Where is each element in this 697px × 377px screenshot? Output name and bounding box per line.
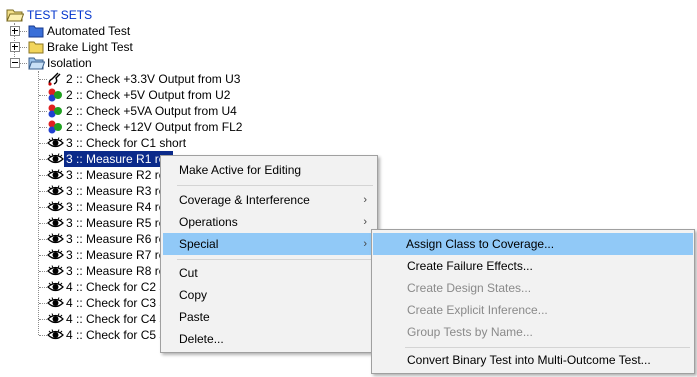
menu-item-label: Operations — [179, 215, 238, 229]
menu-item-coverage-interference[interactable]: Coverage & Interference › — [163, 189, 375, 211]
eye-icon — [47, 201, 64, 212]
menu-item-paste[interactable]: Paste — [163, 306, 375, 328]
test-label: 2 :: Check +5VA Output from U4 — [66, 104, 237, 118]
submenu-item-create-failure-effects[interactable]: Create Failure Effects... — [374, 255, 692, 277]
menu-item-label: Delete... — [179, 332, 224, 346]
menu-item-label: Create Design States... — [407, 281, 532, 295]
eye-icon — [47, 137, 64, 148]
menu-separator — [177, 185, 373, 186]
test-label: 3 :: Measure R4 res — [66, 200, 172, 214]
folder-label: Isolation — [47, 56, 92, 70]
menu-item-label: Make Active for Editing — [179, 163, 302, 177]
tree-test-item[interactable]: 2 :: Check +12V Output from FL2 — [47, 119, 267, 135]
submenu-item-create-explicit-inference[interactable]: Create Explicit Inference... — [374, 299, 692, 321]
menu-separator — [405, 347, 690, 348]
test-label: 2 :: Check +5V Output from U2 — [66, 88, 231, 102]
menu-separator — [177, 259, 373, 260]
folder-label: Automated Test — [47, 24, 131, 38]
test-label: 4 :: Check for C2 sh — [66, 280, 173, 294]
probe-icon — [48, 72, 61, 86]
menu-item-cut[interactable]: Cut — [163, 262, 375, 284]
menu-item-special[interactable]: Special › — [163, 233, 375, 255]
blue-folder-icon — [28, 25, 44, 38]
test-label: 3 :: Measure R2 res — [66, 168, 172, 182]
test-label: 3 :: Measure R3 res — [66, 184, 172, 198]
menu-item-label: Cut — [179, 266, 198, 280]
eye-icon — [47, 265, 64, 276]
collapse-minus-icon[interactable] — [10, 58, 20, 68]
test-label: 3 :: Measure R1 res — [64, 151, 174, 167]
test-label: 3 :: Measure R6 res — [66, 232, 172, 246]
menu-item-label: Create Explicit Inference... — [407, 303, 548, 317]
eye-icon — [47, 281, 64, 292]
rgb-circles-icon — [48, 104, 62, 118]
submenu-item-group-tests[interactable]: Group Tests by Name... — [374, 321, 692, 343]
submenu-arrow-icon: › — [363, 238, 367, 250]
test-label: 3 :: Check for C1 short — [66, 136, 187, 150]
menu-item-label: Convert Binary Test into Multi-Outcome T… — [407, 353, 651, 367]
submenu-arrow-icon: › — [363, 216, 367, 228]
eye-icon — [47, 153, 64, 164]
menu-item-operations[interactable]: Operations › — [163, 211, 375, 233]
tree-root-label: TEST SETS — [27, 8, 93, 22]
tree-folder-automated-test[interactable]: Automated Test — [10, 23, 210, 39]
test-label: 2 :: Check +12V Output from FL2 — [66, 120, 243, 134]
expand-plus-icon[interactable] — [10, 42, 20, 52]
menu-item-copy[interactable]: Copy — [163, 284, 375, 306]
tree-root[interactable]: TEST SETS — [6, 7, 206, 23]
eye-icon — [47, 169, 64, 180]
open-folder-icon — [28, 57, 45, 70]
rgb-circles-icon — [48, 88, 62, 102]
tree-test-item[interactable]: 3 :: Check for C1 short — [47, 135, 267, 151]
tree-test-item[interactable]: 2 :: Check +3.3V Output from U3 — [47, 71, 267, 87]
expand-plus-icon[interactable] — [10, 26, 20, 36]
menu-item-label: Group Tests by Name... — [407, 325, 533, 339]
yellow-folder-icon — [28, 41, 44, 54]
open-folder-icon — [6, 9, 24, 22]
eye-icon — [47, 249, 64, 260]
test-label: 4 :: Check for C5 sh — [66, 328, 173, 342]
special-submenu: Assign Class to Coverage... Create Failu… — [371, 229, 695, 374]
menu-item-delete[interactable]: Delete... — [163, 328, 375, 350]
menu-item-label: Coverage & Interference — [179, 193, 310, 207]
menu-item-label: Copy — [179, 288, 208, 302]
menu-item-label: Paste — [179, 310, 210, 324]
eye-icon — [47, 329, 64, 340]
test-label: 4 :: Check for C4 sh — [66, 312, 173, 326]
tree-test-item[interactable]: 2 :: Check +5VA Output from U4 — [47, 103, 267, 119]
test-label: 3 :: Measure R5 res — [66, 216, 172, 230]
eye-icon — [47, 185, 64, 196]
tree-folder-isolation[interactable]: Isolation — [10, 55, 210, 71]
rgb-circles-icon — [48, 120, 62, 134]
menu-item-label: Special — [179, 237, 219, 251]
eye-icon — [47, 297, 64, 308]
submenu-item-create-design-states[interactable]: Create Design States... — [374, 277, 692, 299]
eye-icon — [47, 233, 64, 244]
folder-label: Brake Light Test — [47, 40, 133, 54]
submenu-item-assign-class[interactable]: Assign Class to Coverage... — [373, 233, 693, 255]
tree-test-item[interactable]: 2 :: Check +5V Output from U2 — [47, 87, 267, 103]
submenu-arrow-icon: › — [363, 194, 367, 206]
test-label: 3 :: Measure R7 res — [66, 248, 172, 262]
test-label: 4 :: Check for C3 sh — [66, 296, 173, 310]
eye-icon — [47, 217, 64, 228]
menu-item-label: Assign Class to Coverage... — [406, 237, 555, 251]
context-menu: Make Active for Editing Coverage & Inter… — [160, 155, 378, 353]
menu-item-make-active[interactable]: Make Active for Editing — [163, 159, 375, 181]
eye-icon — [47, 313, 64, 324]
test-label: 3 :: Measure R8 res — [66, 264, 172, 278]
menu-item-label: Create Failure Effects... — [407, 259, 533, 273]
test-label: 2 :: Check +3.3V Output from U3 — [66, 72, 241, 86]
submenu-item-convert-binary[interactable]: Convert Binary Test into Multi-Outcome T… — [374, 349, 692, 371]
tree-folder-brake-light-test[interactable]: Brake Light Test — [10, 39, 210, 55]
